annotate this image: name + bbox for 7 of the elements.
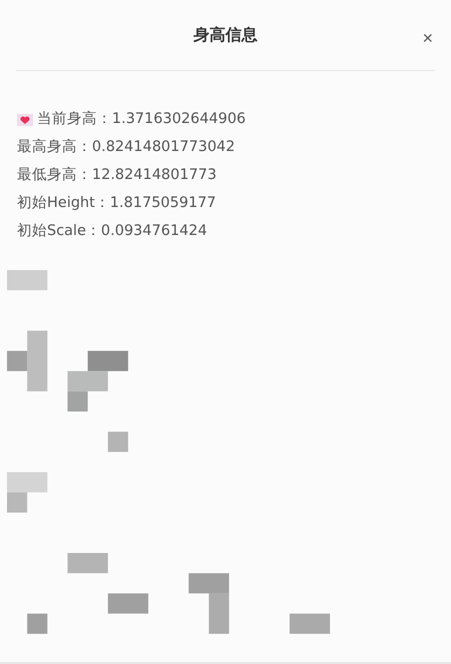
close-button[interactable]: ×	[418, 28, 437, 48]
info-text: 初始Height：1.8175059177	[17, 194, 216, 213]
dialog-title: 身高信息	[194, 24, 258, 46]
info-text: 最高身高：0.82414801773042	[17, 138, 235, 157]
info-text: 最低身高：12.82414801773	[17, 166, 217, 185]
info-text: 初始Scale：0.0934761424	[17, 222, 208, 241]
info-text: 当前身高：1.3716302644906	[37, 110, 246, 129]
